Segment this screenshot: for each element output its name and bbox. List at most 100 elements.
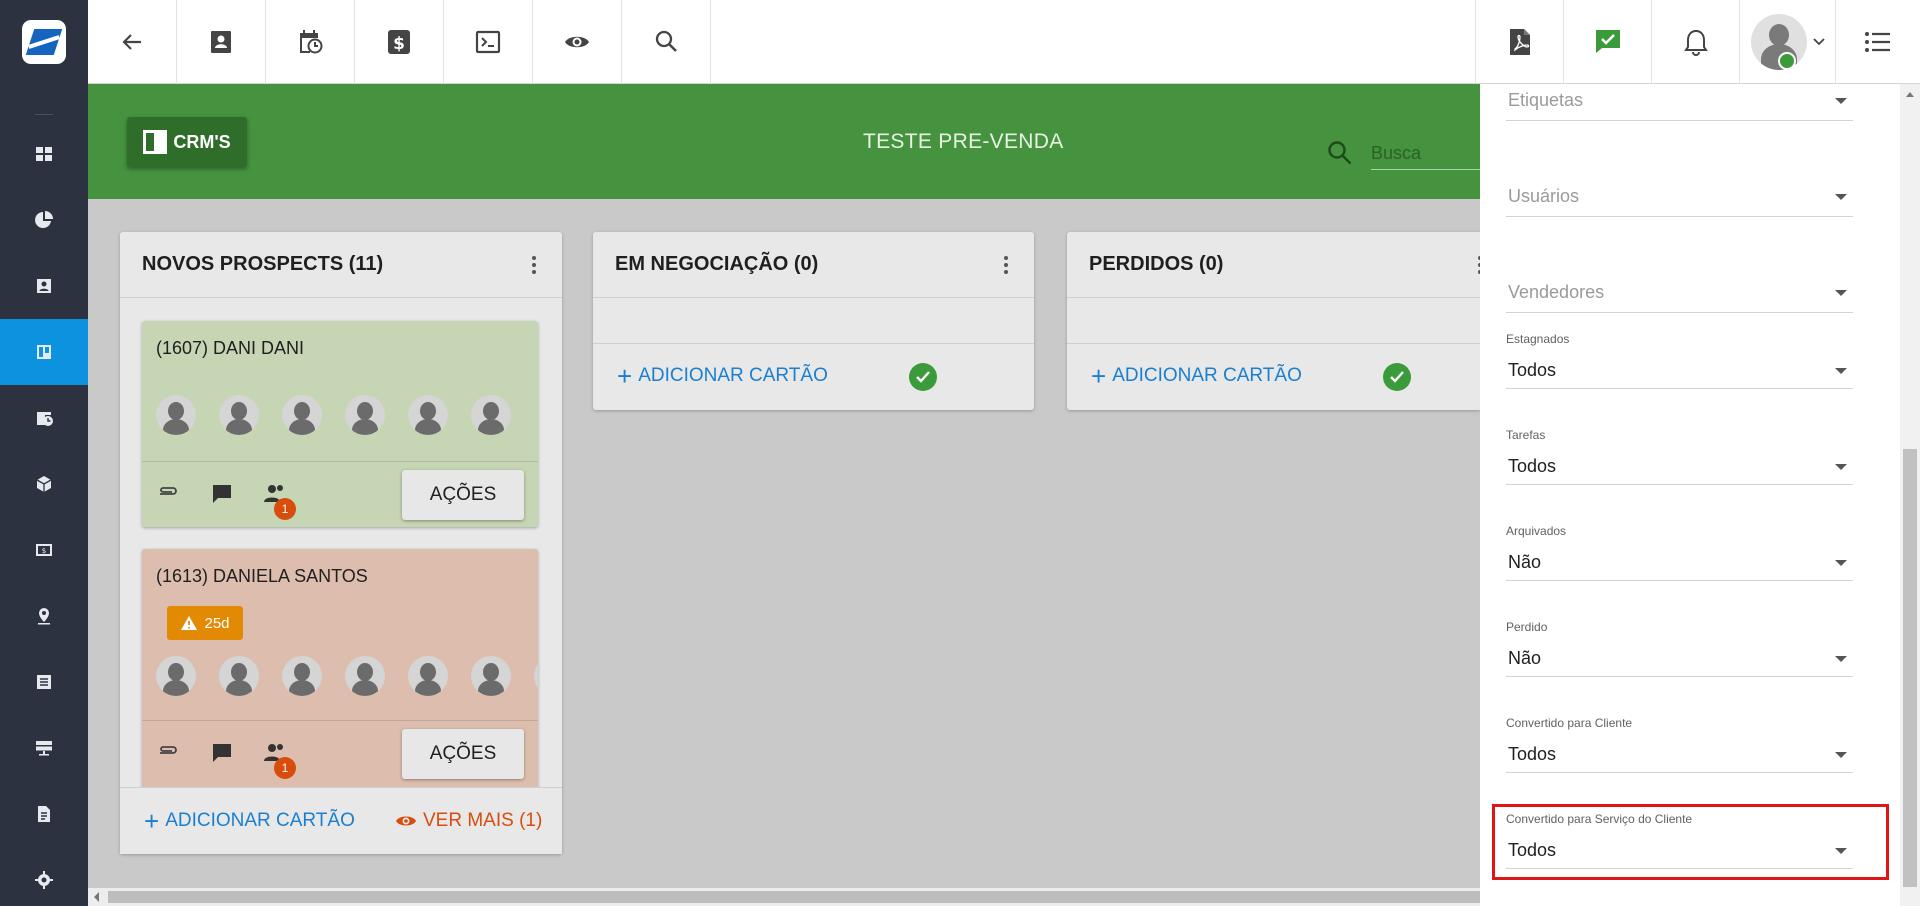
sidebar-item-settings[interactable] <box>0 847 88 906</box>
add-card-label: ADICIONAR CARTÃO <box>638 365 828 386</box>
chevron-down-icon <box>1812 38 1825 46</box>
scroll-left-icon[interactable] <box>92 891 102 903</box>
dropdown-arrow-icon <box>1835 560 1847 566</box>
tarefas-label: Tarefas <box>1506 428 1546 442</box>
card-actions-button[interactable]: AÇÕES <box>402 470 524 520</box>
back-button[interactable] <box>88 0 177 84</box>
sidebar-item-products[interactable] <box>0 451 88 517</box>
convertido-cliente-label: Convertido para Cliente <box>1506 716 1633 730</box>
sidebar-item-servers[interactable] <box>0 715 88 781</box>
tarefas-select[interactable]: Tarefas Todos <box>1506 428 1853 485</box>
add-card-button[interactable]: + ADICIONAR CARTÃO <box>1091 361 1302 391</box>
server-icon <box>36 741 52 756</box>
estagnados-value: Todos <box>1508 360 1557 380</box>
filter-panel: Etiquetas Usuários Vendedores Estagnados… <box>1480 84 1900 906</box>
participant-count-badge: 1 <box>274 498 296 520</box>
document-icon <box>38 806 50 822</box>
add-card-label: ADICIONAR CARTÃO <box>1112 365 1302 386</box>
perdido-select[interactable]: Perdido Não <box>1506 620 1853 677</box>
member-avatar <box>345 395 385 435</box>
attachment-icon[interactable] <box>156 482 180 506</box>
member-avatar <box>534 656 538 696</box>
sidebar: $ <box>0 0 88 906</box>
column-menu-icon[interactable] <box>1004 256 1008 277</box>
see-more-button[interactable]: VER MAIS (1) <box>395 810 542 832</box>
estagnados-select[interactable]: Estagnados Todos <box>1506 332 1853 389</box>
column-title: NOVOS PROSPECTS (11) <box>142 253 384 275</box>
scroll-up-icon[interactable] <box>1905 90 1915 98</box>
etiquetas-placeholder: Etiquetas <box>1508 90 1584 110</box>
view-button[interactable] <box>533 0 622 84</box>
menu-list-icon <box>1865 32 1890 52</box>
search-button[interactable] <box>622 0 711 84</box>
horizontal-scroll-thumb[interactable] <box>108 891 1480 903</box>
card-title: (1613) DANIELA SANTOS <box>156 566 368 586</box>
sidebar-item-reports[interactable] <box>0 187 88 253</box>
kanban-column: PERDIDOS (0) + ADICIONAR CARTÃO <box>1067 232 1482 410</box>
card-actions-button[interactable]: AÇÕES <box>402 729 524 779</box>
comment-icon[interactable] <box>210 741 234 765</box>
sidebar-item-kanban[interactable] <box>0 319 88 385</box>
svg-text:$: $ <box>42 547 46 555</box>
board-search-input[interactable]: Busca <box>1371 134 1480 170</box>
contacts-button[interactable] <box>177 0 266 84</box>
member-avatar <box>156 395 196 435</box>
finance-button[interactable]: $ <box>355 0 444 84</box>
kanban-card[interactable]: (1607) DANI DANI 1 AÇÕES <box>142 321 538 527</box>
vertical-scrollbar[interactable] <box>1900 84 1920 906</box>
member-avatar <box>345 656 385 696</box>
crm-button-label: CRM'S <box>173 131 231 152</box>
column-menu-icon[interactable] <box>532 256 536 277</box>
chat-check-icon <box>1595 30 1620 53</box>
contact-icon <box>37 279 51 293</box>
crm-button[interactable]: CRM'S <box>127 117 247 167</box>
comment-icon[interactable] <box>210 482 234 506</box>
app-logo[interactable] <box>0 0 88 84</box>
sidebar-item-dashboard[interactable] <box>0 121 88 187</box>
column-title: EM NEGOCIAÇÃO (0) <box>615 253 819 275</box>
svg-text:$: $ <box>393 34 405 54</box>
etiquetas-select[interactable]: Etiquetas <box>1506 84 1853 121</box>
attachment-icon[interactable] <box>156 741 180 765</box>
add-card-label: ADICIONAR CARTÃO <box>165 810 355 831</box>
box-icon <box>36 476 52 492</box>
main-menu-button[interactable] <box>1835 0 1920 84</box>
location-icon <box>38 608 50 625</box>
vendedores-select[interactable]: Vendedores <box>1506 268 1853 313</box>
add-card-button[interactable]: + ADICIONAR CARTÃO <box>617 361 828 391</box>
plus-icon: + <box>617 361 633 391</box>
eye-icon <box>396 816 416 826</box>
column-header: PERDIDOS (0) <box>1067 232 1482 298</box>
sidebar-item-contacts[interactable] <box>0 253 88 319</box>
sidebar-item-documents[interactable] <box>0 781 88 847</box>
kanban-card[interactable]: (1613) DANIELA SANTOS 25d 1 AÇÕES <box>142 549 538 789</box>
plus-icon: + <box>144 806 160 836</box>
card-footer: 1 AÇÕES <box>142 461 538 527</box>
vertical-scroll-thumb[interactable] <box>1903 449 1917 887</box>
chat-tasks-button[interactable] <box>1563 0 1651 84</box>
sidebar-item-schedule[interactable] <box>0 385 88 451</box>
member-avatar <box>219 656 259 696</box>
schedule-button[interactable] <box>266 0 355 84</box>
plus-icon: + <box>1091 361 1107 391</box>
sidebar-item-list[interactable] <box>0 649 88 715</box>
user-menu[interactable] <box>1739 0 1835 84</box>
usuarios-select[interactable]: Usuários <box>1506 172 1853 217</box>
highlight-box <box>1492 804 1889 880</box>
sidebar-item-location[interactable] <box>0 583 88 649</box>
sidebar-item-finance[interactable]: $ <box>0 517 88 583</box>
top-toolbar: $ <box>88 0 1920 84</box>
pdf-button[interactable] <box>1475 0 1563 84</box>
dropdown-arrow-icon <box>1835 464 1847 470</box>
arquivados-select[interactable]: Arquivados Não <box>1506 524 1853 581</box>
add-card-button[interactable]: + ADICIONAR CARTÃO <box>144 806 355 836</box>
column-footer: + ADICIONAR CARTÃO <box>1067 343 1480 410</box>
dropdown-arrow-icon <box>1835 98 1847 104</box>
member-avatar <box>471 395 511 435</box>
horizontal-scrollbar[interactable] <box>88 888 1480 906</box>
convertido-cliente-select[interactable]: Convertido para Cliente Todos <box>1506 716 1853 773</box>
kanban-column: NOVOS PROSPECTS (11) (1607) DANI DANI 1 … <box>120 232 562 854</box>
terminal-button[interactable] <box>444 0 533 84</box>
back-arrow-icon <box>122 34 141 50</box>
notifications-button[interactable] <box>1651 0 1739 84</box>
